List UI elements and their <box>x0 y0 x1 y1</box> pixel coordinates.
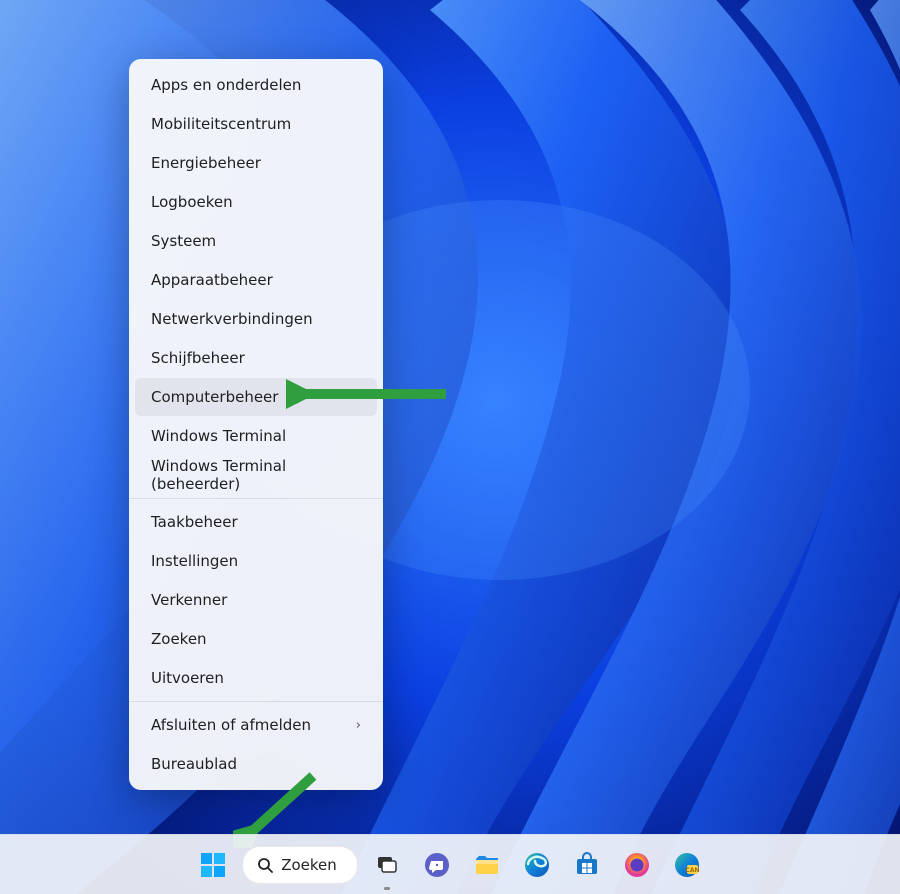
chat-button[interactable] <box>416 844 458 886</box>
menu-item-device-mgr[interactable]: Apparaatbeheer <box>135 261 377 299</box>
menu-item-apps-features[interactable]: Apps en onderdelen <box>135 66 377 104</box>
menu-item-system[interactable]: Systeem <box>135 222 377 260</box>
menu-item-label: Apps en onderdelen <box>151 76 301 94</box>
menu-item-label: Windows Terminal <box>151 427 286 445</box>
edge-button[interactable] <box>516 844 558 886</box>
start-button[interactable] <box>192 844 234 886</box>
menu-item-label: Instellingen <box>151 552 238 570</box>
menu-item-settings[interactable]: Instellingen <box>135 542 377 580</box>
menu-item-label: Afsluiten of afmelden <box>151 716 311 734</box>
menu-item-power[interactable]: Energiebeheer <box>135 144 377 182</box>
search-pill[interactable]: Zoeken <box>242 846 358 884</box>
menu-item-shutdown[interactable]: Afsluiten of afmelden › <box>135 706 377 744</box>
taskbar: Zoeken CAN <box>0 834 900 894</box>
menu-item-network[interactable]: Netwerkverbindingen <box>135 300 377 338</box>
desktop[interactable]: Apps en onderdelen Mobiliteitscentrum Ener… <box>0 0 900 894</box>
edge-canary-button[interactable]: CAN <box>666 844 708 886</box>
menu-item-disk-mgr[interactable]: Schijfbeheer <box>135 339 377 377</box>
menu-item-label: Systeem <box>151 232 216 250</box>
menu-item-label: Uitvoeren <box>151 669 224 687</box>
menu-separator <box>129 701 383 702</box>
menu-item-label: Zoeken <box>151 630 207 648</box>
chevron-right-icon: › <box>356 718 361 733</box>
winx-menu: Apps en onderdelen Mobiliteitscentrum Ener… <box>129 59 383 790</box>
menu-item-label: Bureaublad <box>151 755 237 773</box>
menu-item-label: Netwerkverbindingen <box>151 310 313 328</box>
file-explorer-button[interactable] <box>466 844 508 886</box>
menu-item-desktop[interactable]: Bureaublad <box>135 745 377 783</box>
menu-item-label: Computerbeheer <box>151 388 278 406</box>
search-label: Zoeken <box>281 856 337 874</box>
menu-item-logs[interactable]: Logboeken <box>135 183 377 221</box>
menu-item-label: Apparaatbeheer <box>151 271 273 289</box>
menu-separator <box>129 498 383 499</box>
store-button[interactable] <box>566 844 608 886</box>
menu-item-taskmgr[interactable]: Taakbeheer <box>135 503 377 541</box>
task-view-button[interactable] <box>366 844 408 886</box>
menu-item-label: Logboeken <box>151 193 233 211</box>
menu-item-label: Windows Terminal (beheerder) <box>151 457 361 493</box>
menu-item-terminal-admin[interactable]: Windows Terminal (beheerder) <box>135 456 377 494</box>
menu-item-explorer[interactable]: Verkenner <box>135 581 377 619</box>
menu-item-label: Taakbeheer <box>151 513 238 531</box>
menu-item-label: Mobiliteitscentrum <box>151 115 291 133</box>
menu-item-run[interactable]: Uitvoeren <box>135 659 377 697</box>
menu-item-mobility[interactable]: Mobiliteitscentrum <box>135 105 377 143</box>
menu-item-terminal[interactable]: Windows Terminal <box>135 417 377 455</box>
firefox-button[interactable] <box>616 844 658 886</box>
menu-item-comp-mgmt[interactable]: Computerbeheer <box>135 378 377 416</box>
menu-item-label: Verkenner <box>151 591 227 609</box>
search-icon <box>257 857 273 873</box>
menu-item-label: Schijfbeheer <box>151 349 245 367</box>
menu-item-search[interactable]: Zoeken <box>135 620 377 658</box>
svg-text:CAN: CAN <box>685 867 699 874</box>
menu-item-label: Energiebeheer <box>151 154 261 172</box>
